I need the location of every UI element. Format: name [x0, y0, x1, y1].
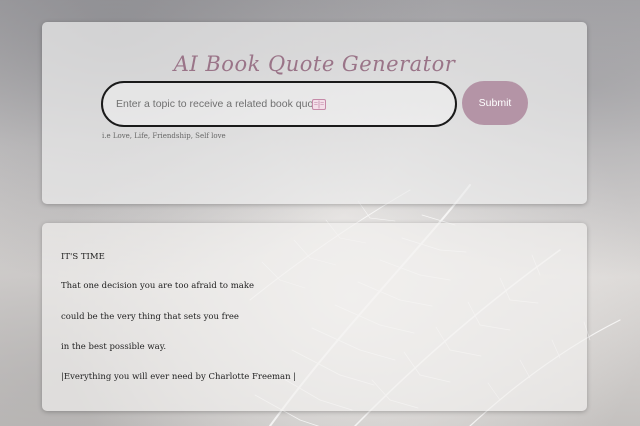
quote-generator-panel: AI Book Quote Generator Submit i.e Love,…	[42, 22, 587, 204]
topic-search-box[interactable]	[101, 81, 457, 127]
quote-source: |Everything you will ever need by Charlo…	[61, 372, 297, 382]
submit-button[interactable]: Submit	[462, 81, 528, 125]
quote-line: That one decision you are too afraid to …	[61, 281, 255, 291]
quote-line: in the best possible way.	[61, 342, 167, 352]
topic-hint: i.e Love, Life, Friendship, Self love	[102, 132, 226, 140]
page-title: AI Book Quote Generator	[173, 52, 456, 76]
open-book-icon	[312, 99, 326, 110]
topic-input[interactable]	[103, 83, 455, 125]
quote-heading: IT'S TIME	[61, 252, 105, 262]
quote-line: could be the very thing that sets you fr…	[61, 312, 239, 322]
quote-result-panel: IT'S TIME That one decision you are too …	[42, 223, 587, 411]
